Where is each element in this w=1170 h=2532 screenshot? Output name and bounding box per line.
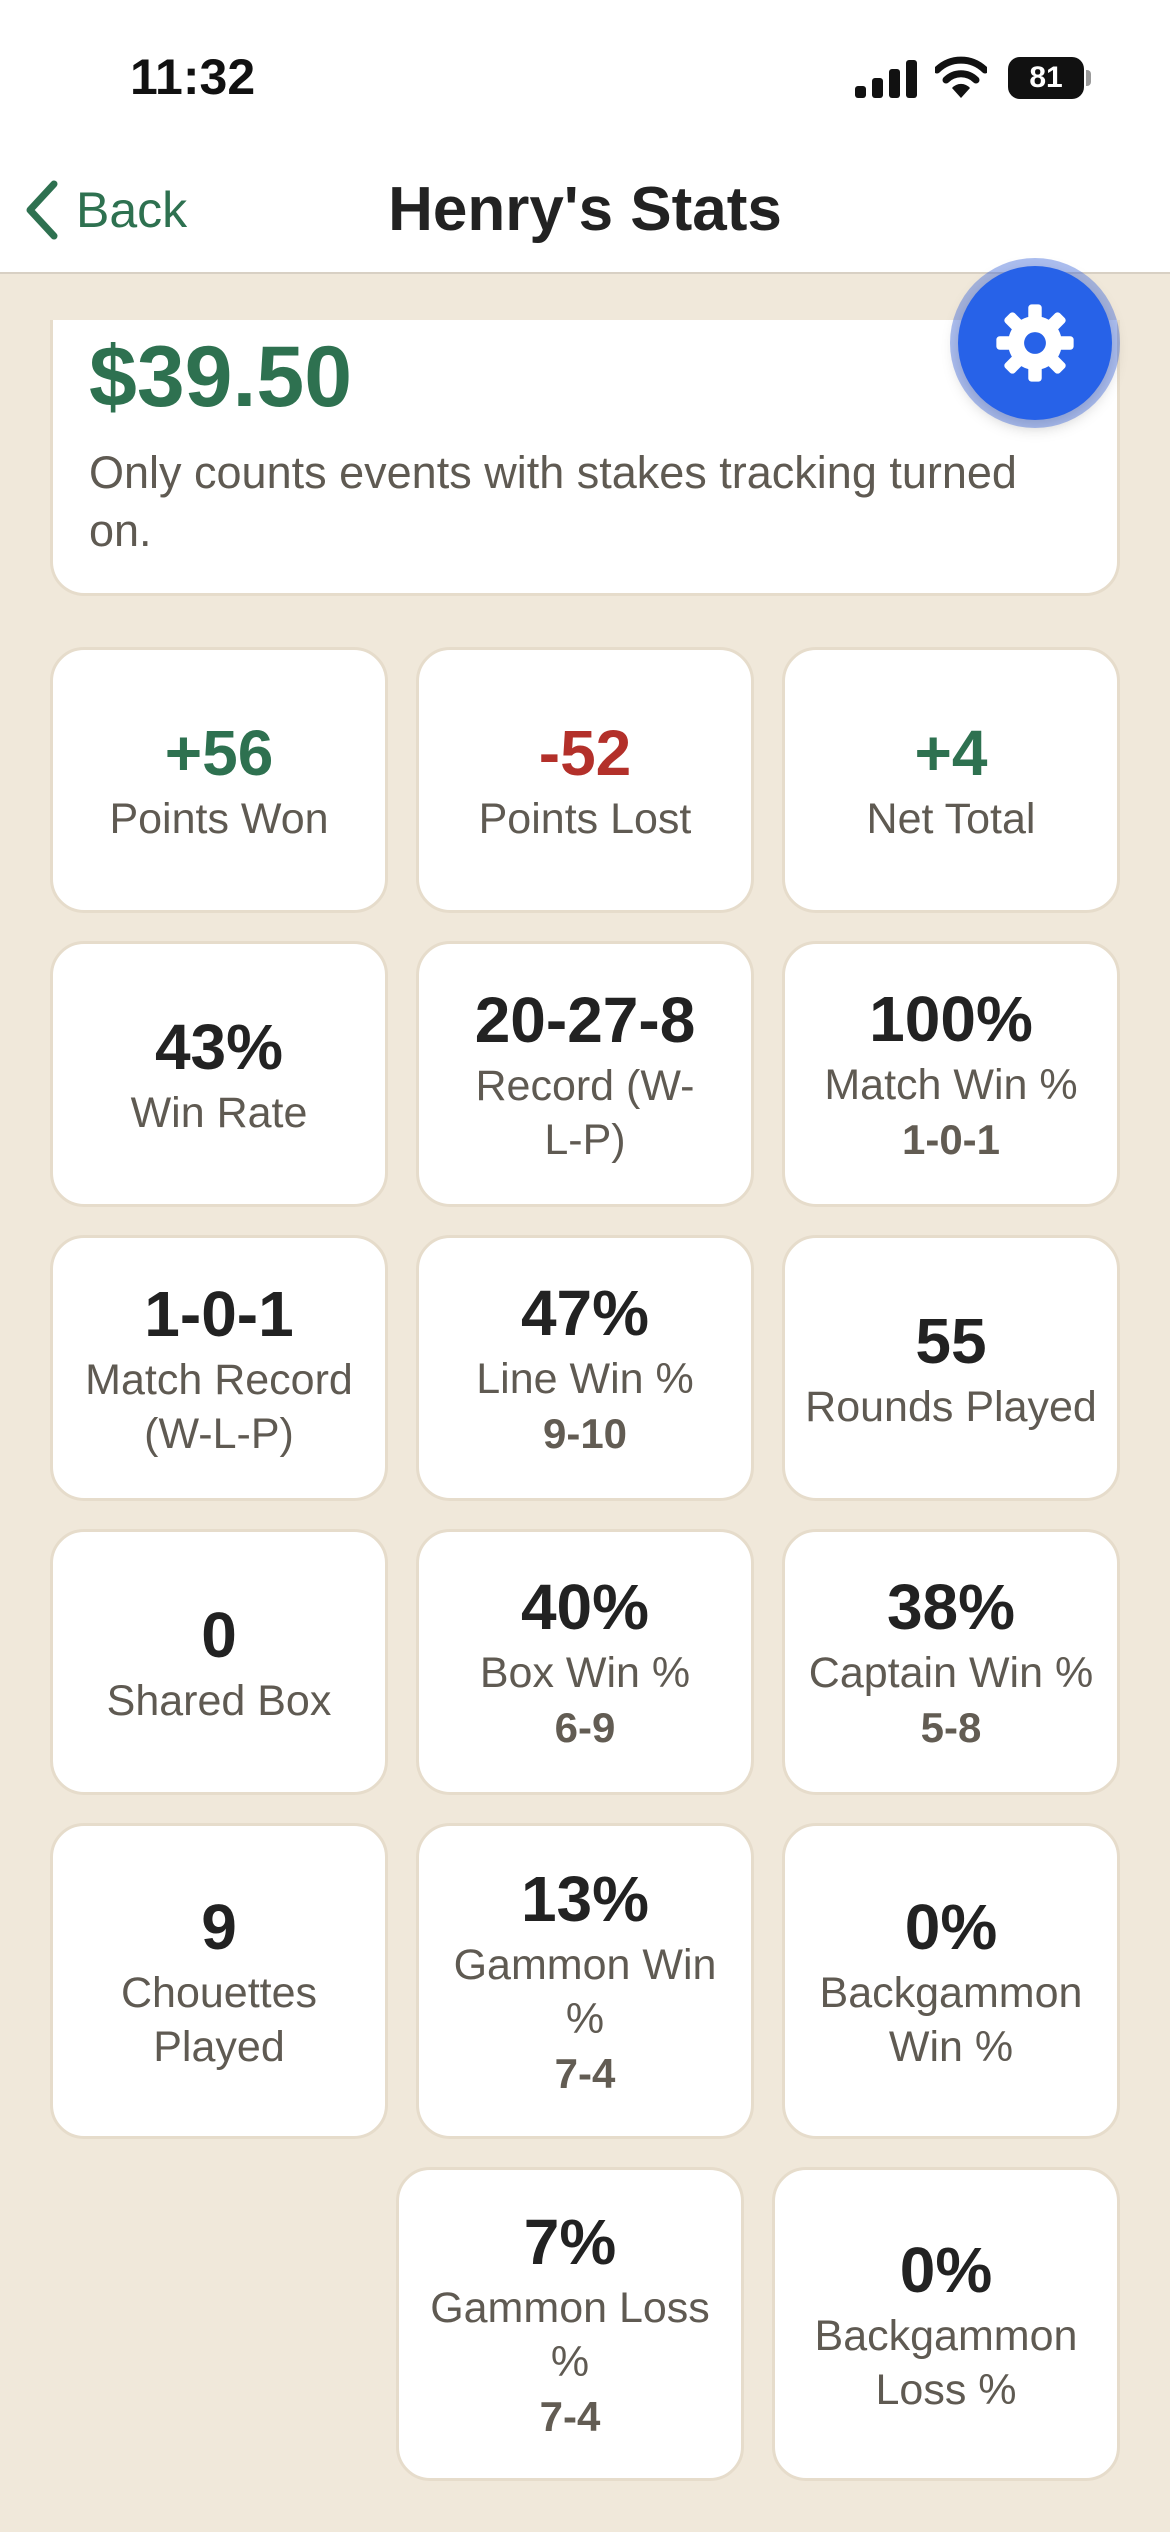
stat-shared-box: 0 Shared Box — [50, 1529, 388, 1795]
settings-button[interactable] — [958, 266, 1112, 420]
stat-captain-win-pct: 38% Captain Win % 5-8 — [782, 1529, 1120, 1795]
stat-label: Gammon Win % — [453, 1941, 717, 2043]
stat-label: Line Win % — [476, 1355, 694, 1403]
stat-label: Backgammon Win % — [819, 1969, 1083, 2071]
stat-line-win-pct: 47% Line Win % 9-10 — [416, 1235, 754, 1501]
stat-label: Rounds Played — [805, 1383, 1097, 1431]
stat-points-won: +56 Points Won — [50, 647, 388, 913]
stat-label: Chouettes Played — [120, 1969, 318, 2071]
stat-value: 0% — [904, 1891, 998, 1963]
stat-label: Win Rate — [130, 1089, 308, 1137]
status-time: 11:32 — [130, 49, 256, 105]
stat-value: 38% — [886, 1571, 1016, 1643]
stat-chouettes-played: 9 Chouettes Played — [50, 1823, 388, 2139]
stat-label: Gammon Loss % — [430, 2284, 710, 2386]
stat-value: 47% — [520, 1277, 650, 1349]
stat-value: 0% — [899, 2234, 993, 2306]
stat-sub: 6-9 — [554, 1704, 616, 1751]
stat-sub: 5-8 — [920, 1704, 982, 1751]
battery-level: 81 — [1008, 57, 1084, 99]
stat-value: 1-0-1 — [144, 1278, 294, 1350]
gear-icon — [996, 304, 1074, 382]
stat-record: 20-27-8 Record (W-L-P) — [416, 941, 754, 1207]
stat-label: Net Total — [866, 795, 1036, 843]
stat-label: Captain Win % — [808, 1649, 1094, 1697]
stat-label: Box Win % — [479, 1649, 691, 1697]
stat-gammon-win-pct: 13% Gammon Win % 7-4 — [416, 1823, 754, 2139]
stat-value: 43% — [154, 1011, 284, 1083]
stat-label: Match Record (W-L-P) — [85, 1356, 353, 1458]
stat-net-total: +4 Net Total — [782, 647, 1120, 913]
status-bar: 11:32 81 — [0, 0, 1170, 150]
stat-value: +4 — [914, 717, 988, 789]
battery-icon: 81 — [1008, 57, 1091, 99]
stat-rounds-played: 55 Rounds Played — [782, 1235, 1120, 1501]
stat-win-rate: 43% Win Rate — [50, 941, 388, 1207]
stat-value: 0 — [201, 1599, 237, 1671]
page-title: Henry's Stats — [388, 175, 782, 244]
stat-match-record: 1-0-1 Match Record (W-L-P) — [50, 1235, 388, 1501]
stakes-amount: $39.50 — [89, 329, 353, 425]
stat-value: -52 — [538, 717, 632, 789]
stat-label: Record (W-L-P) — [475, 1062, 695, 1164]
stat-sub: 1-0-1 — [901, 1116, 1001, 1163]
stat-label: Match Win % — [824, 1061, 1078, 1109]
nav-bar: Back Henry's Stats — [0, 150, 1170, 274]
stat-value: 7% — [523, 2206, 617, 2278]
stat-points-lost: -52 Points Lost — [416, 647, 754, 913]
stat-value: +56 — [164, 717, 274, 789]
stat-backgammon-loss-pct: 0% Backgammon Loss % — [772, 2167, 1120, 2481]
stat-value: 20-27-8 — [474, 984, 696, 1056]
stat-sub: 7-4 — [554, 2050, 616, 2097]
stat-box-win-pct: 40% Box Win % 6-9 — [416, 1529, 754, 1795]
stat-value: 40% — [520, 1571, 650, 1643]
stat-sub: 9-10 — [542, 1410, 628, 1457]
stat-label: Shared Box — [106, 1677, 332, 1725]
stat-value: 13% — [520, 1863, 650, 1935]
stat-match-win-pct: 100% Match Win % 1-0-1 — [782, 941, 1120, 1207]
stat-label: Points Won — [109, 795, 329, 843]
stakes-note: Only counts events with stakes tracking … — [89, 447, 1017, 556]
stat-label: Points Lost — [478, 795, 692, 843]
stat-value: 9 — [201, 1891, 237, 1963]
stat-value: 100% — [869, 983, 1033, 1055]
stat-gammon-loss-pct: 7% Gammon Loss % 7-4 — [396, 2167, 744, 2481]
stat-sub: 7-4 — [539, 2393, 601, 2440]
stat-value: 55 — [915, 1305, 987, 1377]
wifi-icon — [935, 56, 987, 98]
signal-icon — [855, 60, 917, 98]
battery-cap — [1086, 70, 1091, 86]
stat-label: Backgammon Loss % — [814, 2312, 1078, 2414]
stat-backgammon-win-pct: 0% Backgammon Win % — [782, 1823, 1120, 2139]
